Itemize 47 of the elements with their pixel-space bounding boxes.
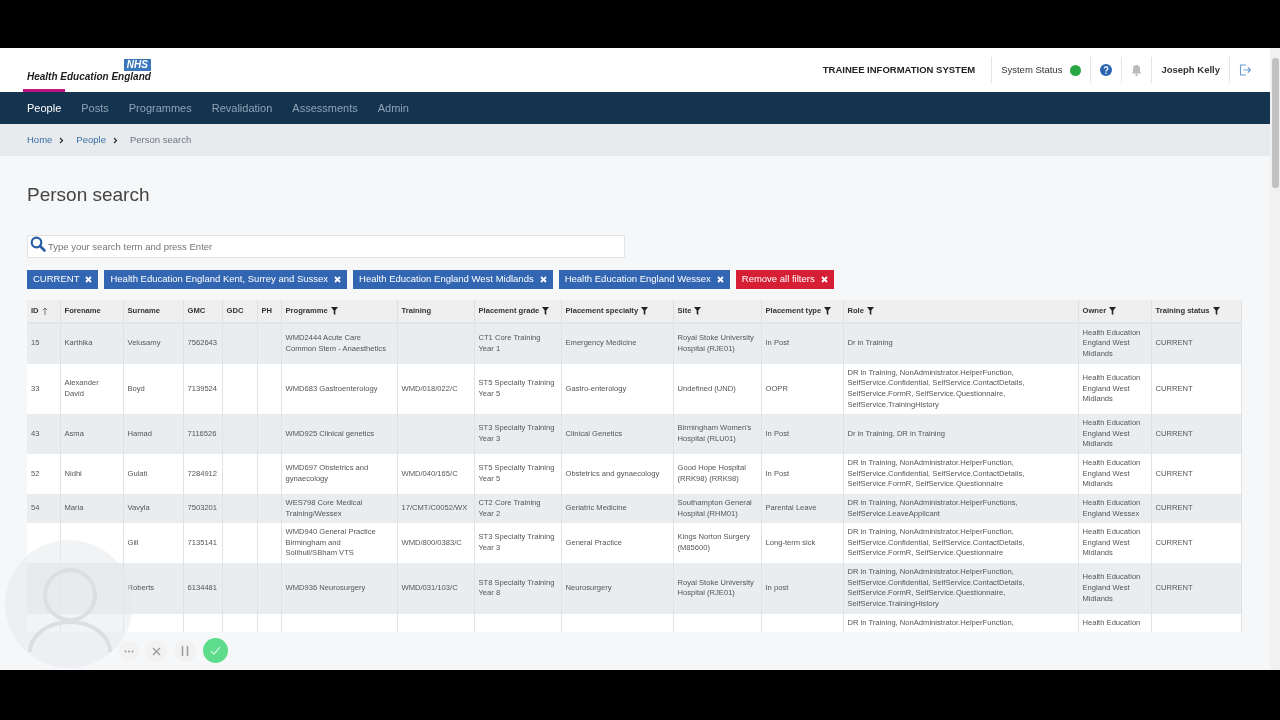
- sort-up-icon[interactable]: [41, 306, 48, 315]
- breadcrumb-link[interactable]: People: [76, 132, 106, 148]
- search-icon: [30, 235, 46, 252]
- breadcrumb-current: Person search: [129, 132, 192, 147]
- filter-icon[interactable]: [824, 306, 832, 315]
- breadcrumb-link[interactable]: Home: [27, 132, 53, 148]
- filter-icon[interactable]: [641, 306, 649, 315]
- check-icon: [210, 646, 221, 655]
- close-icon[interactable]: [85, 275, 93, 283]
- filter-icon[interactable]: [542, 306, 550, 315]
- nav-tab[interactable]: Posts: [71, 92, 119, 124]
- more-icon: [124, 649, 134, 653]
- user-name[interactable]: Joseph Kelly: [1161, 62, 1220, 78]
- page-title: Person search: [27, 184, 151, 207]
- status-dot: [1070, 64, 1082, 76]
- close-icon[interactable]: [820, 275, 828, 283]
- system-status-label: System Status: [1001, 62, 1063, 77]
- remove-filters-button[interactable]: Remove all filters: [735, 269, 834, 289]
- chevron-icon: [112, 136, 118, 144]
- filter-icon[interactable]: [866, 306, 874, 315]
- filter-icon[interactable]: [694, 306, 702, 315]
- logo-text: Health Education England: [27, 70, 151, 82]
- nav-tab[interactable]: Programmes: [118, 92, 202, 124]
- help-icon[interactable]: [1100, 64, 1113, 76]
- filter-chip[interactable]: Health Education England West Midlands: [353, 269, 553, 289]
- filter-chip[interactable]: Health Education England Wessex: [558, 269, 730, 289]
- nav-tab[interactable]: Admin: [367, 92, 419, 124]
- filter-icon[interactable]: [330, 306, 338, 315]
- close-icon[interactable]: [539, 275, 547, 283]
- chevron-icon: [59, 136, 65, 144]
- nav-tab[interactable]: Assessments: [282, 92, 368, 124]
- filter-chip[interactable]: Health Education England Kent, Surrey and Sussex: [104, 269, 348, 289]
- search-field[interactable]: Type your search term and press Enter: [27, 234, 625, 258]
- filter-icon[interactable]: [1212, 306, 1220, 315]
- close-icon[interactable]: [716, 275, 724, 283]
- scrollbar[interactable]: [1270, 48, 1280, 670]
- close-icon[interactable]: [334, 275, 342, 283]
- pause-icon: [181, 646, 189, 656]
- pause-button[interactable]: [174, 640, 196, 662]
- filter-chip[interactable]: CURRENT: [27, 269, 99, 289]
- filter-icon[interactable]: [1109, 306, 1117, 315]
- close-button[interactable]: [145, 640, 167, 662]
- close-icon: [151, 646, 161, 656]
- logout-icon[interactable]: [1239, 64, 1251, 76]
- system-name: TRAINEE INFORMATION SYSTEM: [822, 62, 976, 77]
- nav-tab[interactable]: Revalidation: [201, 92, 283, 124]
- logo-badge: NHS: [123, 58, 151, 71]
